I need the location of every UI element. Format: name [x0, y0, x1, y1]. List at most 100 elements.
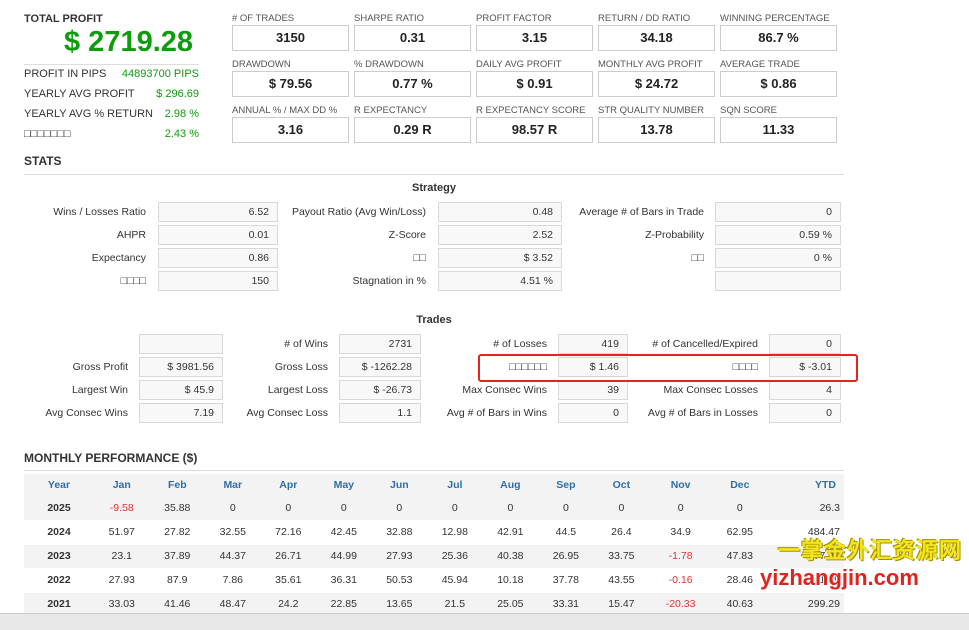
- horizontal-scrollbar[interactable]: [0, 613, 969, 630]
- metric-label: WINNING PERCENTAGE: [720, 13, 830, 24]
- summary-row-value: 44893700 PIPS: [121, 68, 199, 80]
- ytd-cell: 26.3: [767, 496, 844, 521]
- col-header-month: Mar: [205, 474, 261, 496]
- metric-sqn-score: SQN SCORE 11.33: [720, 104, 837, 143]
- metric-drawdown: DRAWDOWN $ 79.56: [232, 58, 349, 97]
- stat-value: 6.52: [158, 202, 278, 222]
- metric-value: $ 0.86: [720, 71, 837, 97]
- month-cell: 44.37: [205, 544, 261, 569]
- stat-label: Expectancy: [91, 252, 146, 264]
- month-cell: -9.58: [94, 496, 150, 521]
- month-cell: 72.16: [260, 520, 317, 545]
- stat-label: AHPR: [116, 229, 146, 241]
- metric-pct-drawdown: % DRAWDOWN 0.77 %: [354, 58, 471, 97]
- metric-label: STR QUALITY NUMBER: [598, 105, 704, 116]
- month-cell: 0: [260, 496, 317, 521]
- month-cell: 32.88: [371, 520, 428, 545]
- stat-label: □□□□: [120, 275, 146, 287]
- month-cell: 0: [427, 496, 483, 521]
- trade-label: # of Cancelled/Expired: [652, 338, 758, 350]
- month-cell: 50.53: [371, 568, 428, 593]
- trade-label: # of Wins: [284, 338, 328, 350]
- monthly-title: MONTHLY PERFORMANCE ($): [24, 451, 198, 465]
- month-cell: 36.31: [316, 568, 372, 593]
- trade-label: Gross Loss: [274, 361, 328, 373]
- metric-value: $ 0.91: [476, 71, 593, 97]
- month-cell: 23.1: [94, 544, 150, 569]
- month-cell: -1.78: [649, 544, 713, 569]
- metric-value: 98.57 R: [476, 117, 593, 143]
- month-cell: 0: [316, 496, 372, 521]
- summary-row-value: 2.98 %: [164, 108, 199, 120]
- trade-value: $ -26.73: [339, 380, 421, 400]
- summary-row-yearly-profit: YEARLY AVG PROFIT $ 296.69: [24, 88, 199, 108]
- metric-value: 11.33: [720, 117, 837, 143]
- month-cell: 10.18: [482, 568, 539, 593]
- summary-row-value: $ 296.69: [156, 88, 199, 100]
- col-header-year: Year: [24, 474, 94, 496]
- month-cell: 51.97: [94, 520, 150, 545]
- metric-label: R EXPECTANCY: [354, 105, 428, 116]
- strategy-title: Strategy: [411, 182, 457, 194]
- trade-value: 4: [769, 380, 841, 400]
- metric-label: MONTHLY AVG PROFIT: [598, 59, 703, 70]
- metric-label: # OF TRADES: [232, 13, 295, 24]
- metric-label: AVERAGE TRADE: [720, 59, 800, 70]
- month-cell: 26.95: [538, 544, 594, 569]
- metric-value: 3.15: [476, 25, 593, 51]
- metric-label: PROFIT FACTOR: [476, 13, 552, 24]
- metric-value: 13.78: [598, 117, 715, 143]
- trade-value: 0: [769, 403, 841, 423]
- col-header-month: Feb: [149, 474, 206, 496]
- summary-row-label: □□□□□□□: [24, 128, 71, 140]
- month-cell: 32.55: [205, 520, 261, 545]
- month-cell: 34.9: [649, 520, 713, 545]
- total-profit-value: $ 2719.28: [64, 26, 194, 58]
- month-cell: 27.93: [371, 544, 428, 569]
- summary-row-label: YEARLY AVG % RETURN: [24, 108, 153, 120]
- trade-label: Gross Profit: [72, 361, 128, 373]
- month-cell: 0: [538, 496, 594, 521]
- watermark-url: yizhangjin.com: [760, 565, 919, 590]
- metric-trades: # OF TRADES 3150: [232, 12, 349, 51]
- stat-value: 0.86: [158, 248, 278, 268]
- month-cell: 25.36: [427, 544, 483, 569]
- year-cell: 2025: [24, 496, 94, 521]
- year-cell: 2024: [24, 520, 94, 545]
- month-cell: 42.45: [316, 520, 372, 545]
- trade-label: [24, 334, 128, 354]
- trade-label: Largest Win: [71, 384, 128, 396]
- month-cell: 0: [482, 496, 539, 521]
- trade-label: Avg Consec Loss: [246, 407, 328, 419]
- metric-value: $ 24.72: [598, 71, 715, 97]
- stat-value: 4.51 %: [438, 271, 562, 291]
- watermark-chinese: 一掌金外汇资源网: [778, 538, 963, 563]
- table-row: 2022 27.93 87.9 7.86 35.61 36.31 50.53 45.94 10.…: [24, 568, 844, 593]
- month-cell: 37.89: [149, 544, 206, 569]
- stat-value: 2.52: [438, 225, 562, 245]
- month-cell: -0.16: [649, 568, 713, 593]
- month-cell: 35.61: [260, 568, 317, 593]
- trade-value: [139, 334, 223, 354]
- trade-value: 1.1: [339, 403, 421, 423]
- metric-value: 34.18: [598, 25, 715, 51]
- metric-label: DAILY AVG PROFIT: [476, 59, 562, 70]
- month-cell: 45.94: [427, 568, 483, 593]
- stats-title: STATS: [24, 154, 62, 168]
- metric-profit-factor: PROFIT FACTOR 3.15: [476, 12, 593, 51]
- month-cell: 33.75: [593, 544, 650, 569]
- trade-value: $ -1262.28: [339, 357, 421, 377]
- stat-label: Average # of Bars in Trade: [579, 206, 704, 218]
- metric-monthly-avg: MONTHLY AVG PROFIT $ 24.72: [598, 58, 715, 97]
- month-cell: 42.91: [482, 520, 539, 545]
- stat-value: 0.01: [158, 225, 278, 245]
- metric-label: % DRAWDOWN: [354, 59, 424, 70]
- metric-value: 3.16: [232, 117, 349, 143]
- stat-value: 0 %: [715, 248, 841, 268]
- col-header-month: Oct: [593, 474, 650, 496]
- metric-value: 0.31: [354, 25, 471, 51]
- month-cell: 44.5: [538, 520, 594, 545]
- stat-value: 0: [715, 202, 841, 222]
- col-header-month: Apr: [260, 474, 317, 496]
- col-header-month: Jan: [94, 474, 150, 496]
